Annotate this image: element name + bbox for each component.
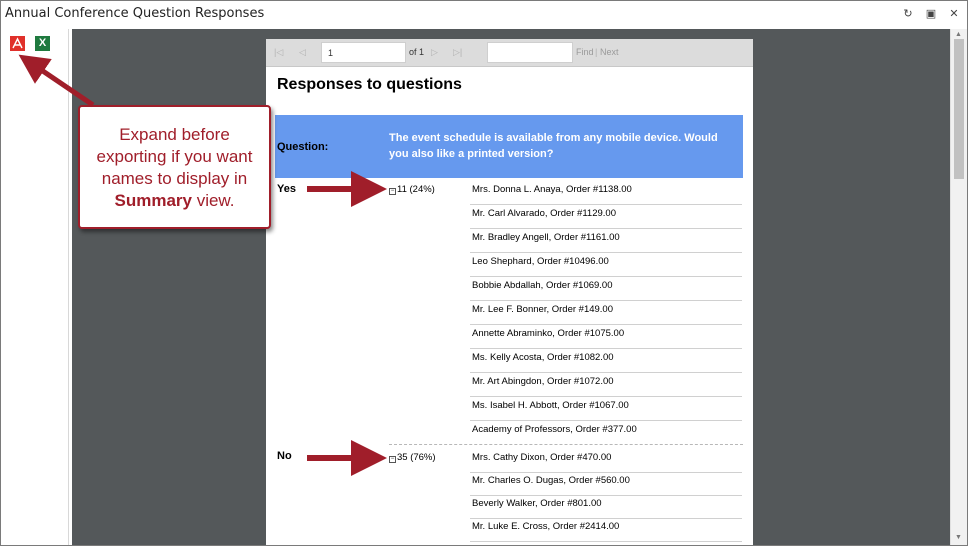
acrobat-icon xyxy=(12,37,23,49)
table-row: Bobbie Abdallah, Order #1069.00 xyxy=(470,277,742,301)
prev-page-icon[interactable]: ◁ xyxy=(299,47,306,58)
title-bar: Annual Conference Question Responses ↻ ▣… xyxy=(1,1,967,29)
group-divider xyxy=(389,444,743,445)
page-count-label: of 1 xyxy=(409,47,425,57)
table-row: Beverly Walker, Order #801.00 xyxy=(470,495,742,519)
callout-text: Expand before exporting if you want name… xyxy=(80,124,269,212)
table-row: Mr. Charles O. Dugas, Order #560.00 xyxy=(470,472,742,496)
find-link[interactable]: Find xyxy=(576,47,594,57)
find-input[interactable] xyxy=(487,42,573,63)
report-page: |◁ ◁ of 1 ▷ ▷| Find | Next Responses to … xyxy=(266,39,753,545)
table-row: Ms. Kelly Acosta, Order #1082.00 xyxy=(470,349,742,373)
answer-label-yes: Yes xyxy=(277,183,296,195)
collapse-icon[interactable]: − xyxy=(389,188,396,195)
refresh-icon[interactable]: ↻ xyxy=(900,6,916,22)
table-row: Mr. Bradley Angell, Order #1161.00 xyxy=(470,229,742,253)
close-icon[interactable]: ✕ xyxy=(946,6,962,22)
question-text: The event schedule is available from any… xyxy=(389,132,718,160)
next-link[interactable]: Next xyxy=(600,47,619,57)
table-row: Mr. Art Abingdon, Order #1072.00 xyxy=(470,373,742,397)
answer-count-no[interactable]: −35 (76%) xyxy=(389,452,436,463)
callout-tail: view. xyxy=(191,191,235,210)
report-title: Responses to questions xyxy=(277,76,462,93)
pdf-export-icon[interactable] xyxy=(10,36,25,51)
vertical-scrollbar[interactable]: ▲ ▼ xyxy=(950,29,967,545)
callout-line: names to display in xyxy=(101,169,248,188)
toolbar-separator: | xyxy=(595,47,598,57)
page-number-input[interactable] xyxy=(321,42,406,63)
scroll-thumb[interactable] xyxy=(954,39,964,179)
callout-bold: Summary xyxy=(114,191,192,210)
callout-line: Expand before xyxy=(119,125,230,144)
table-row: Mrs. Donna L. Anaya, Order #1138.00 xyxy=(470,181,742,205)
table-row: Mr. Carl Alvarado, Order #1129.00 xyxy=(470,205,742,229)
first-page-icon[interactable]: |◁ xyxy=(274,47,283,58)
scroll-down-icon[interactable]: ▼ xyxy=(955,534,962,541)
next-page-icon[interactable]: ▷ xyxy=(431,47,438,58)
question-label: Question: xyxy=(277,141,329,153)
report-toolbar: |◁ ◁ of 1 ▷ ▷| Find | Next xyxy=(266,39,753,67)
app-window: Annual Conference Question Responses ↻ ▣… xyxy=(0,0,968,546)
window-title: Annual Conference Question Responses xyxy=(5,6,265,21)
maximize-icon[interactable]: ▣ xyxy=(923,6,939,22)
answer-label-no: No xyxy=(277,450,292,462)
callout-line: Summary view. xyxy=(80,190,269,212)
collapse-icon[interactable]: − xyxy=(389,456,396,463)
callout-line: exporting if you want xyxy=(96,147,253,166)
table-row: Mrs. Cathy Dixon, Order #470.00 xyxy=(470,449,742,473)
table-row: Annette Abraminko, Order #1075.00 xyxy=(470,325,742,349)
table-row: Ms. Isabel H. Abbott, Order #1067.00 xyxy=(470,397,742,421)
table-row: Leo Shephard, Order #10496.00 xyxy=(470,253,742,277)
answer-count-text: 11 (24%) xyxy=(397,184,435,195)
last-page-icon[interactable]: ▷| xyxy=(453,47,462,58)
table-row: Mr. Luke E. Cross, Order #2414.00 xyxy=(470,518,742,542)
scroll-up-icon[interactable]: ▲ xyxy=(955,31,962,38)
answer-count-yes[interactable]: −11 (24%) xyxy=(389,184,435,195)
answer-count-text: 35 (76%) xyxy=(397,452,436,463)
question-header: Question: The event schedule is availabl… xyxy=(275,115,743,178)
export-panel: X xyxy=(1,29,69,545)
table-row: Academy of Professors, Order #377.00 xyxy=(472,424,637,435)
excel-export-icon[interactable]: X xyxy=(35,36,50,51)
annotation-callout: Expand before exporting if you want name… xyxy=(78,105,271,229)
table-row: Mr. Lee F. Bonner, Order #149.00 xyxy=(470,301,742,325)
